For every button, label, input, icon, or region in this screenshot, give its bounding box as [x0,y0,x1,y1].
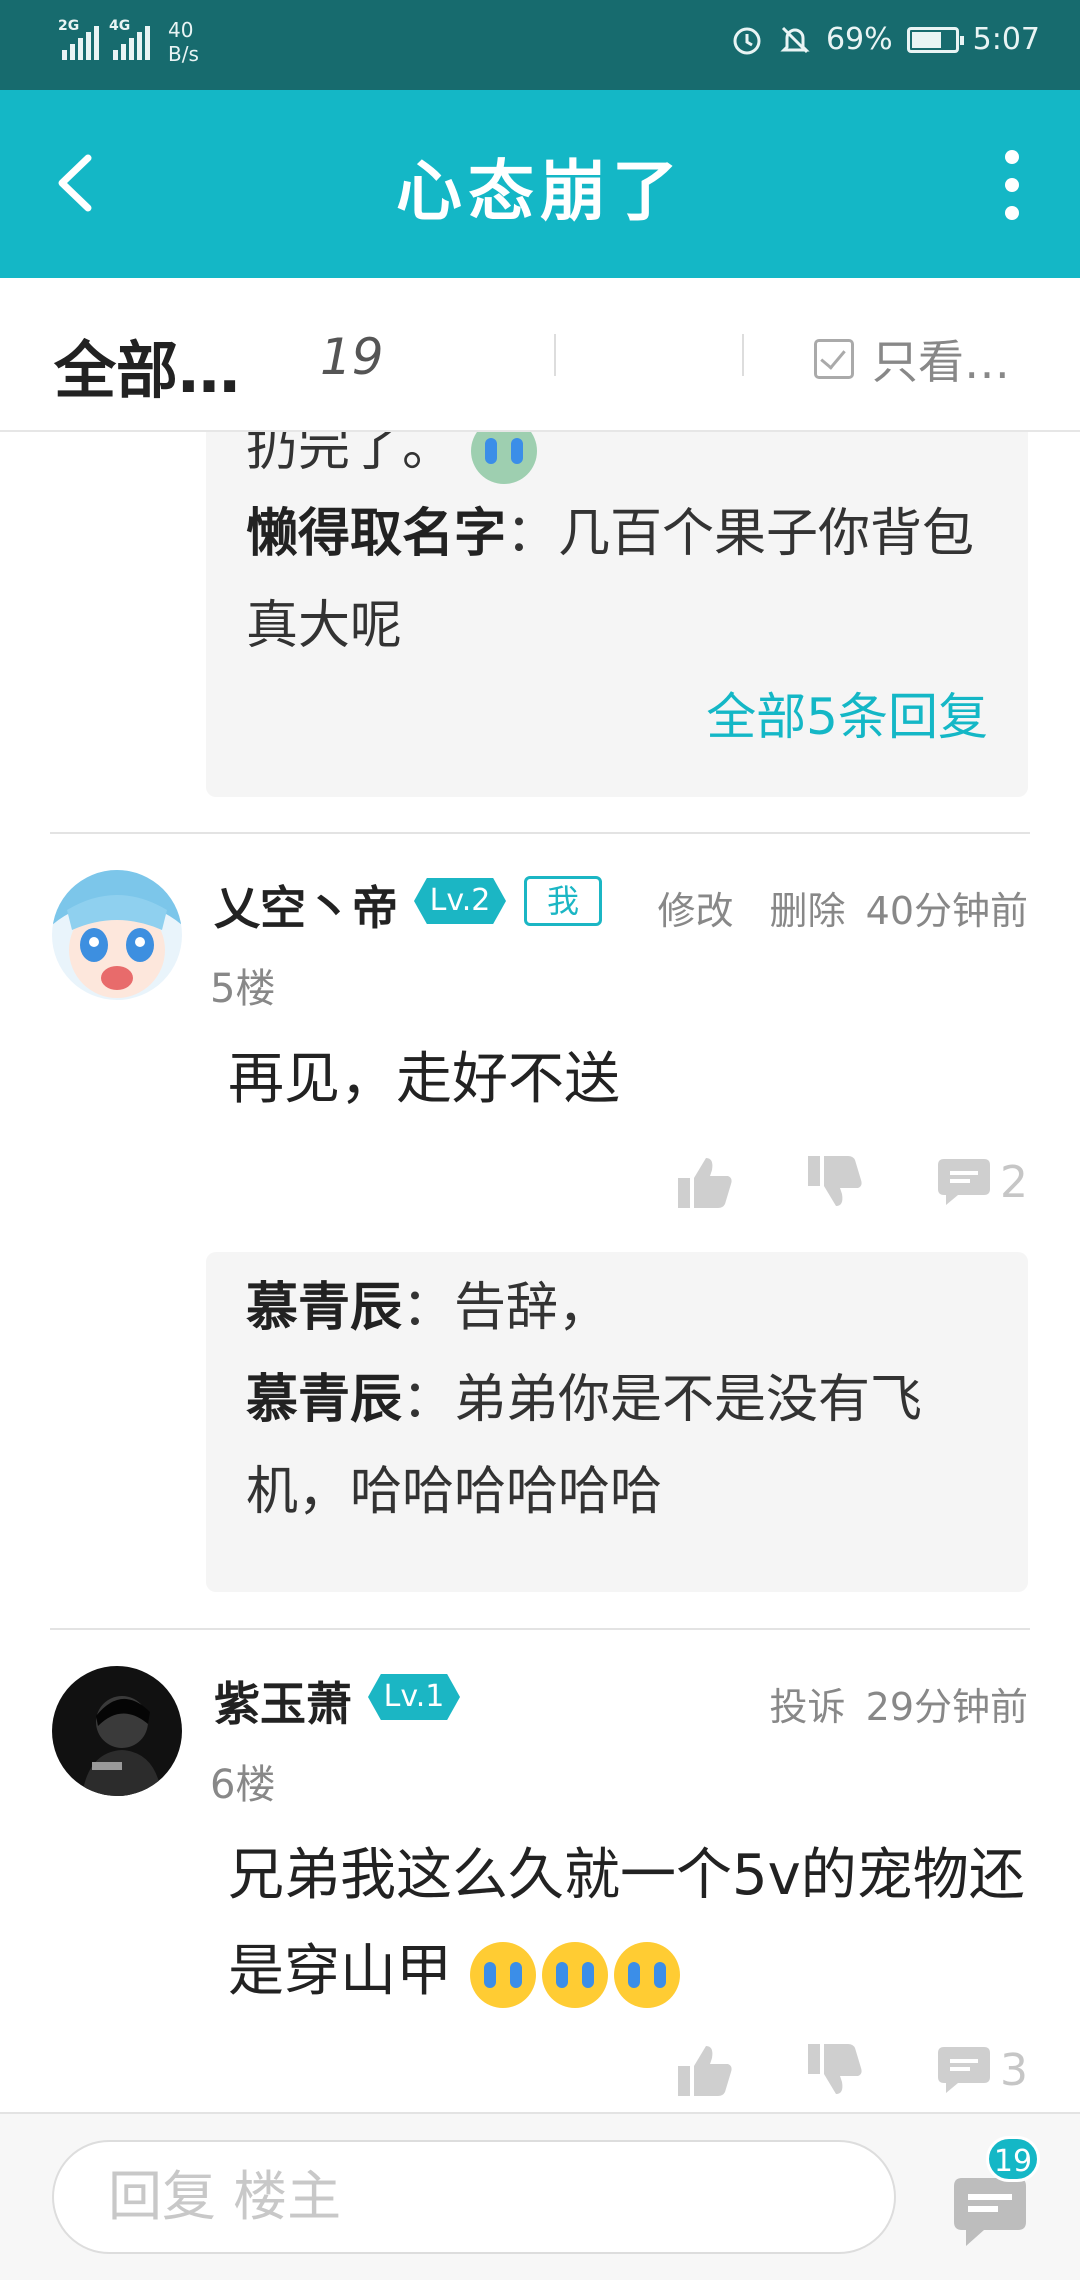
sort-all-dropdown[interactable]: 全部… [54,320,240,410]
divider [742,334,744,376]
crying-emoji-icon [469,1941,536,2008]
page-title: 心态崩了 [396,153,684,230]
sub-reply-text: 扔完了。 [246,432,455,478]
post-body: 再见，走好不送 [228,1047,620,1112]
sub-reply-author[interactable]: 懒得取名字 [246,504,506,564]
sub-reply-author[interactable]: 慕青辰 [246,1370,402,1430]
post-list[interactable]: 扔完了。 懒得取名字：几百个果子你背包真大呢 全部5条回复 乂空丶帝 Lv.2 … [0,432,1080,2112]
comment-icon [938,2047,990,2093]
clock: 5:07 [972,22,1040,57]
floor-number: 5楼 [210,966,276,1012]
sub-reply-box[interactable]: 慕青辰：告辞， 慕青辰：弟弟你是不是没有飞机，哈哈哈哈哈哈 [206,1252,1028,1592]
mute-icon [780,26,810,53]
comment-count-badge: 19 [986,2136,1040,2182]
username[interactable]: 乂空丶帝 [214,872,398,938]
network-speed-unit: B/s [168,42,199,66]
battery-icon [906,26,964,53]
comment-button[interactable]: 3 [936,2045,1028,2096]
avatar[interactable] [52,870,182,1000]
post-body: 兄弟我这么久就一个5v的宠物还是穿山甲 [228,1828,1028,2020]
me-badge: 我 [524,876,602,926]
divider [554,334,556,376]
signal-type-label: 2G [58,18,80,34]
comment-icon [938,1159,990,1205]
more-options-icon[interactable] [982,150,1042,220]
app-header: 心态崩了 [0,90,1080,278]
post-actions: 3 [676,2042,1028,2098]
level-badge: Lv.1 [368,1674,460,1720]
thumbs-down-icon[interactable] [806,1154,864,1210]
post-time: 29分钟前 [865,1685,1028,1729]
thumbs-down-icon[interactable] [806,2042,864,2098]
crying-emoji-icon [613,1941,680,2008]
floor-number: 6楼 [210,1762,276,1808]
avatar[interactable] [52,1666,182,1796]
sub-reply: 懒得取名字：几百个果子你背包真大呢 [246,488,988,672]
divider [50,832,1030,834]
username[interactable]: 紫玉萧 [214,1668,352,1734]
checkbox-icon[interactable] [814,339,854,379]
signal-icon: 4G [109,18,150,60]
report-button[interactable]: 投诉 [770,1685,846,1729]
comment-count: 3 [1000,2044,1028,2096]
thumbs-up-icon[interactable] [676,1154,734,1210]
signal-icon: 2G [58,18,99,60]
sub-reply-partial: 扔完了。 [246,432,988,488]
reply-bar: 回复 楼主 19 [0,2112,1080,2280]
network-speed: 40 B/s [168,18,199,66]
level-badge: Lv.2 [414,878,506,924]
sub-reply-box: 扔完了。 懒得取名字：几百个果子你背包真大呢 全部5条回复 [206,432,1028,797]
reply-count: 19 [320,328,384,386]
status-bar: 2G 4G 40 B/s 69% 5:07 [0,0,1080,90]
comments-icon[interactable] [950,2174,1030,2254]
edit-button[interactable]: 修改 [658,889,734,933]
all-replies-link[interactable]: 全部5条回复 [246,672,988,762]
network-speed-value: 40 [168,18,194,42]
comment-button[interactable]: 2 [936,1157,1028,1208]
sub-reply: 慕青辰：弟弟你是不是没有飞机，哈哈哈哈哈哈 [246,1354,988,1538]
post-meta: 投诉 29分钟前 [734,1676,1028,1731]
battery-percent: 69% [825,22,893,57]
sub-reply-text: ：告辞， [402,1278,611,1338]
sub-reply: 慕青辰：告辞， [246,1262,988,1354]
signal-type-label: 4G [109,18,131,34]
only-view-label: 只看… [872,335,1010,389]
sub-reply-author[interactable]: 慕青辰 [246,1278,402,1338]
reply-input[interactable]: 回复 楼主 [52,2140,896,2254]
divider [50,1628,1030,1630]
post-meta: 修改 删除 40分钟前 [622,880,1028,935]
thumbs-up-icon[interactable] [676,2042,734,2098]
sweat-emoji-icon [470,432,537,484]
crying-emoji-icon [541,1941,608,2008]
comment-count: 2 [1000,1156,1028,1208]
only-view-owner-toggle[interactable]: 只看… [814,326,1010,392]
filter-bar: 全部… 19 只看… [0,278,1080,432]
post-actions: 2 [676,1154,1028,1210]
alarm-icon [733,27,761,54]
post-time: 40分钟前 [865,889,1028,933]
delete-button[interactable]: 删除 [770,889,846,933]
